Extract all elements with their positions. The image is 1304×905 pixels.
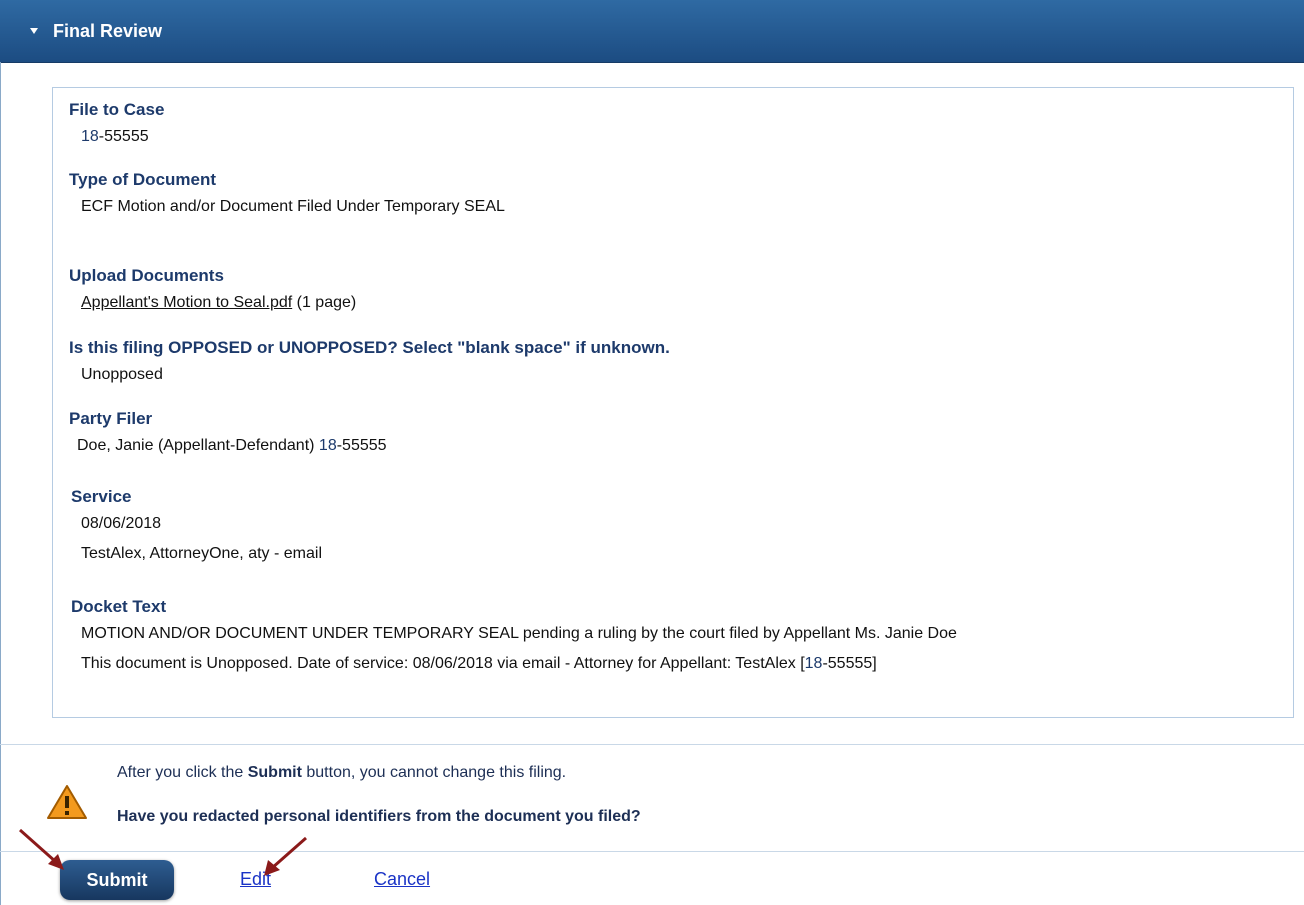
separator-top [0,744,1304,745]
section-title: Final Review [53,21,163,41]
warning-icon [47,785,87,819]
redaction-question: Have you redacted personal identifiers f… [117,808,641,825]
notice-text-before: After you click the [117,764,248,781]
party-filer-label: Party Filer [69,409,153,428]
docket-text-line2-text: This document is Unopposed. Date of serv… [81,655,805,672]
case-number-rest: -55555 [98,128,149,145]
left-border [0,62,1,905]
case-number-prefix: 18 [804,655,823,672]
service-date: 08/06/2018 [81,515,162,532]
case-number-rest: -55555 [336,437,387,454]
submit-warning-text: After you click the Submit button, you c… [117,764,566,782]
docket-text-line1: MOTION AND/OR DOCUMENT UNDER TEMPORARY S… [81,625,957,642]
service-label: Service [71,487,132,506]
arrow-to-edit-icon [264,836,307,876]
file-to-case-value: 18-55555 [81,128,149,146]
docket-text-line2: This document is Unopposed. Date of serv… [81,655,877,673]
type-of-document-value: ECF Motion and/or Document Filed Under T… [81,198,505,215]
arrow-to-submit-icon [19,828,64,870]
separator-bottom [0,851,1304,852]
docket-text-label: Docket Text [71,597,167,616]
submit-button[interactable]: Submit [60,860,174,900]
case-number-prefix: 18 [318,437,337,454]
notice-text-after: button, you cannot change this filing. [301,764,567,781]
upload-documents-value: Appellant's Motion to Seal.pdf (1 page) [81,294,356,312]
review-panel [52,87,1294,718]
document-link[interactable]: Appellant's Motion to Seal.pdf [81,294,292,311]
type-of-document-label: Type of Document [69,170,217,189]
notice-text-bold: Submit [247,764,302,781]
party-filer-value: Doe, Janie (Appellant-Defendant) 18-5555… [77,437,387,455]
opposed-value: Unopposed [81,366,163,383]
party-filer-name: Doe, Janie (Appellant-Defendant) [77,437,319,454]
file-to-case-label: File to Case [69,100,165,119]
document-pages: (1 page) [292,294,357,311]
collapse-triangle-icon[interactable] [30,28,38,34]
service-detail: TestAlex, AttorneyOne, aty - email [81,545,322,562]
opposed-label: Is this filing OPPOSED or UNOPPOSED? Sel… [69,338,670,357]
case-number-prefix: 18 [81,128,99,145]
case-number-rest: -55555] [822,655,877,672]
section-header[interactable]: Final Review [0,0,1304,63]
cancel-link[interactable]: Cancel [374,869,430,890]
upload-documents-label: Upload Documents [69,266,224,285]
